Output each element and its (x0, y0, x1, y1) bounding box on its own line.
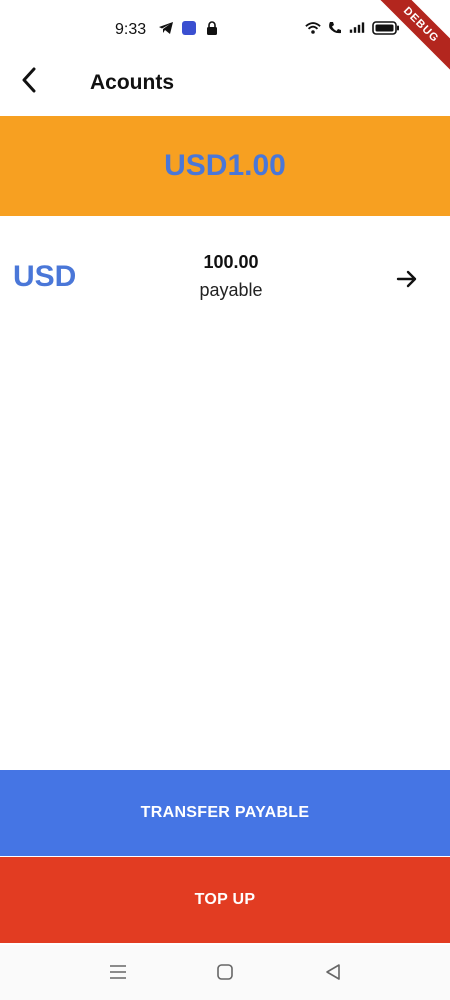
menu-icon[interactable] (105, 961, 131, 983)
arrow-right-icon (396, 270, 418, 293)
transfer-payable-button[interactable]: TRANSFER PAYABLE (0, 770, 450, 856)
system-nav-bar (0, 945, 450, 1000)
app-notification-icon (181, 20, 197, 36)
signal-icon (349, 20, 365, 36)
account-row[interactable]: USD 100.00 payable (0, 240, 450, 316)
balance-banner: USD1.00 (0, 116, 450, 216)
status-bar: 9:33 (0, 0, 450, 60)
wifi-icon (305, 20, 321, 36)
status-time: 9:33 (115, 21, 147, 38)
telegram-icon (158, 20, 174, 36)
battery-icon (371, 20, 401, 36)
account-status: payable (199, 280, 263, 300)
total-balance: USD1.00 (164, 149, 286, 182)
app-bar: Acounts (0, 55, 450, 111)
lock-bag-icon (204, 20, 220, 36)
status-left-icons (158, 20, 220, 36)
status-right-icons (305, 20, 401, 36)
call-icon (327, 20, 343, 36)
back-icon[interactable] (320, 961, 346, 983)
home-icon[interactable] (212, 961, 238, 983)
open-account-button[interactable] (392, 266, 422, 296)
page-title: Acounts (90, 71, 174, 94)
top-up-button[interactable]: TOP UP (0, 857, 450, 943)
chevron-left-icon (21, 67, 37, 98)
account-amount: 100.00 (203, 252, 259, 272)
back-button[interactable] (12, 65, 46, 99)
